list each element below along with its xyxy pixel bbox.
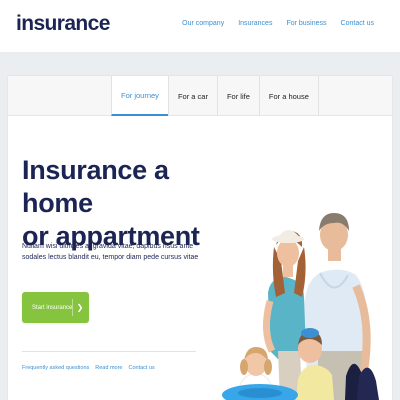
tab-for-life[interactable]: For life (216, 76, 259, 116)
link-contact-us[interactable]: Contact us (128, 365, 154, 371)
hero-title-line-1: Insurance a home (22, 155, 169, 218)
tabs-bar: For journey For a car For life For a hou… (8, 76, 392, 116)
content-divider (22, 351, 196, 352)
start-insurance-button[interactable]: Start insurance ❯ (22, 292, 89, 323)
nav-contact-us[interactable]: Contact us (341, 20, 374, 27)
hero-description: Nullam wisi ultricies a, gravida vitae, … (22, 243, 199, 261)
nav-for-business[interactable]: For business (286, 20, 326, 27)
nav-insurances[interactable]: Insurances (238, 20, 272, 27)
insurance-tabs: For journey For a car For life For a hou… (111, 76, 319, 116)
hero-links: Frequently asked questions Read more Con… (22, 365, 155, 371)
chevron-right-icon: ❯ (76, 303, 84, 312)
hero-title: Insurance a home or appartment (22, 154, 212, 253)
link-faq[interactable]: Frequently asked questions (22, 365, 89, 371)
tab-for-a-car[interactable]: For a car (167, 76, 217, 116)
family-photo (208, 201, 392, 400)
site-logo[interactable]: insurance (16, 12, 110, 36)
link-read-more[interactable]: Read more (95, 365, 122, 371)
site-header: insurance Our company Insurances For bus… (0, 0, 400, 52)
start-insurance-label: Start insurance (32, 304, 73, 311)
family-illustration (222, 213, 379, 400)
button-divider (72, 299, 73, 316)
main-nav: Our company Insurances For business Cont… (182, 20, 374, 27)
insurance-card: For journey For a car For life For a hou… (8, 76, 392, 400)
tab-for-a-house[interactable]: For a house (258, 76, 319, 116)
tab-for-journey[interactable]: For journey (111, 76, 168, 116)
nav-our-company[interactable]: Our company (182, 20, 224, 27)
